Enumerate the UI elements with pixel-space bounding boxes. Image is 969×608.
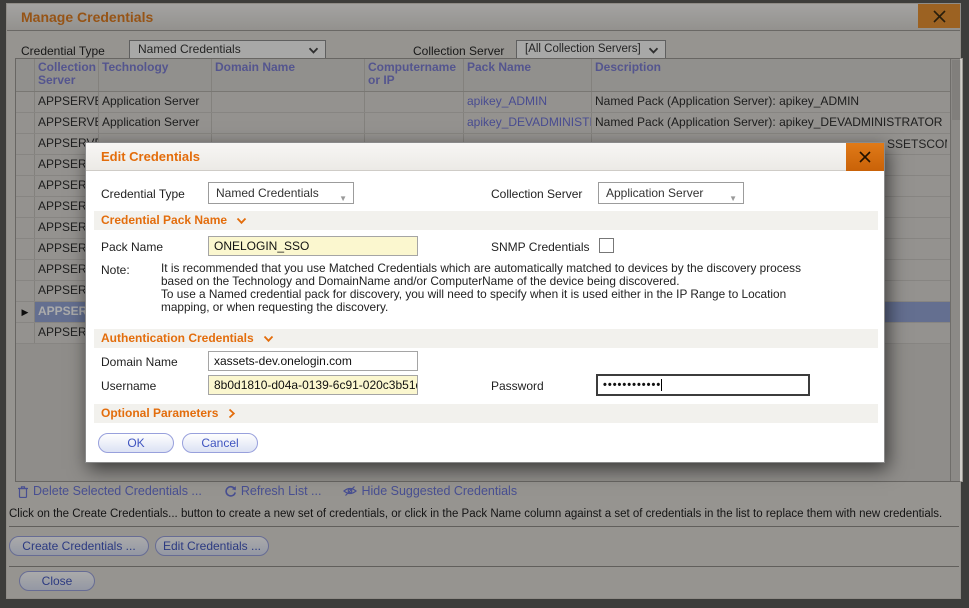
text-caret — [661, 379, 662, 391]
dialog-close-button[interactable] — [846, 143, 884, 171]
note-text: mapping, or when requesting the discover… — [161, 300, 871, 314]
note-text: based on the Technology and DomainName a… — [161, 274, 871, 288]
dialog-titlebar: Edit Credentials — [86, 143, 884, 171]
section-authentication-credentials[interactable]: Authentication Credentials — [94, 329, 878, 348]
dialog-collection-server-label: Collection Server — [491, 187, 582, 201]
snmp-credentials-label: SNMP Credentials — [491, 240, 589, 254]
dialog-title: Edit Credentials — [101, 143, 200, 170]
dropdown-arrow-icon: ▼ — [729, 189, 737, 209]
pack-name-label: Pack Name — [101, 240, 163, 254]
chevron-down-icon — [236, 217, 247, 225]
ok-button[interactable]: OK — [98, 433, 174, 453]
username-label: Username — [101, 379, 156, 393]
edit-credentials-dialog: Edit Credentials Credential Type Named C… — [85, 142, 885, 463]
dialog-credential-type-label: Credential Type — [101, 187, 185, 201]
password-input[interactable]: •••••••••••• — [596, 374, 810, 396]
chevron-down-icon — [263, 335, 274, 343]
screen: Manage Credentials Credential Type Named… — [0, 0, 969, 608]
dropdown-arrow-icon: ▼ — [339, 189, 347, 209]
cancel-button[interactable]: Cancel — [182, 433, 258, 453]
domain-name-label: Domain Name — [101, 355, 178, 369]
section-credential-pack-name[interactable]: Credential Pack Name — [94, 211, 878, 230]
snmp-credentials-checkbox[interactable] — [599, 238, 614, 253]
domain-name-input[interactable]: xassets-dev.onelogin.com — [208, 351, 418, 371]
chevron-right-icon — [228, 408, 236, 419]
note-label: Note: — [101, 263, 130, 277]
note-text: To use a Named credential pack for disco… — [161, 287, 871, 301]
dialog-credential-type-dropdown[interactable]: Named Credentials ▼ — [208, 182, 354, 204]
dialog-collection-server-dropdown[interactable]: Application Server ▼ — [598, 182, 744, 204]
password-label: Password — [491, 379, 544, 393]
pack-name-input[interactable]: ONELOGIN_SSO — [208, 236, 418, 256]
username-input[interactable]: 8b0d1810-d04a-0139-6c91-020c3b51d29t — [208, 375, 418, 395]
note-text: It is recommended that you use Matched C… — [161, 261, 871, 275]
section-optional-parameters[interactable]: Optional Parameters — [94, 404, 878, 423]
close-icon — [859, 151, 871, 163]
